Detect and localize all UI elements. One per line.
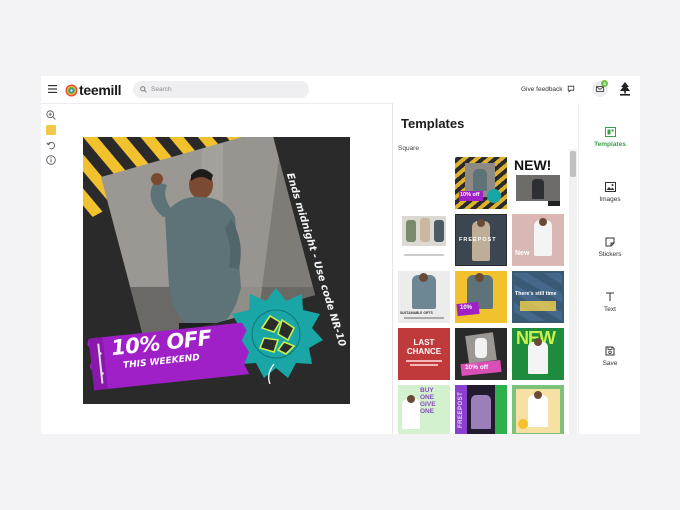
template-thumb[interactable]	[398, 214, 450, 266]
rail-label: Save	[602, 360, 618, 367]
template-thumb[interactable]: BUY ONE GIVE ONE	[398, 385, 450, 434]
template-thumb[interactable]: FREEPOST	[455, 214, 507, 266]
images-icon	[604, 182, 616, 192]
rail-label: Text	[604, 306, 616, 313]
text-icon	[606, 292, 614, 301]
search-input[interactable]	[151, 86, 301, 93]
template-thumb[interactable]	[398, 157, 450, 209]
give-feedback-link[interactable]: Give feedback	[521, 85, 575, 93]
template-scrollbar-thumb[interactable]	[570, 151, 576, 177]
rail-images[interactable]: Images	[579, 182, 640, 203]
template-thumb[interactable]: FREEPOST	[455, 385, 507, 434]
template-thumb[interactable]: NEW!	[512, 157, 564, 209]
rail-label: Images	[599, 196, 621, 203]
info-button[interactable]	[45, 154, 56, 165]
design-canvas[interactable]: Ends midnight - Use code NR-10 10% OFF T…	[83, 137, 350, 404]
thumb-text: FREEPOST	[458, 391, 464, 428]
template-scrollbar-track[interactable]	[569, 149, 577, 434]
zoom-in-button[interactable]	[45, 109, 56, 120]
thumb-text: SUSTAINABLE GIFTS	[400, 311, 433, 315]
left-toolbar	[45, 109, 56, 169]
give-feedback-label: Give feedback	[521, 85, 563, 93]
chat-bubble-icon	[567, 85, 574, 93]
tree-counter-icon[interactable]	[618, 81, 632, 97]
stickers-icon	[605, 237, 615, 247]
thumb-text: New	[515, 250, 530, 257]
search-bar[interactable]	[133, 81, 309, 98]
teemill-logo-icon	[65, 84, 78, 96]
thumb-text: BUY ONE GIVE ONE	[420, 387, 436, 415]
thumb-text: There's still time	[515, 291, 557, 297]
template-thumb[interactable]: 10% off	[455, 328, 507, 380]
undo-icon	[45, 141, 55, 149]
hamburger-menu-icon[interactable]	[48, 85, 57, 93]
teemill-logo[interactable]: teemill	[65, 82, 122, 98]
template-thumb[interactable]: 10% off	[455, 157, 507, 209]
thumb-text: LAST CHANCE	[406, 338, 442, 356]
search-icon	[140, 86, 147, 93]
logo-wordmark: teemill	[79, 82, 122, 98]
template-thumb[interactable]: There's still time	[512, 271, 564, 323]
rail-label: Stickers	[598, 251, 622, 258]
notification-badge: 4	[601, 80, 608, 87]
templates-panel: Templates Square 10% off NEW! FREEPOST N…	[392, 103, 579, 434]
template-thumb[interactable]: NEW	[512, 328, 564, 380]
rail-save[interactable]: Save	[579, 346, 640, 367]
thumb-text: NEW!	[514, 157, 552, 173]
right-tool-rail: Templates Images Stickers Text Save	[578, 103, 640, 434]
thumb-text: 10% off	[465, 364, 489, 371]
save-icon	[605, 346, 615, 356]
editor-app: teemill Give feedback 4	[41, 76, 640, 434]
thumb-text: 10% off	[460, 192, 480, 198]
rail-templates[interactable]: Templates	[579, 127, 640, 148]
background-color-button[interactable]	[45, 124, 56, 135]
rail-text[interactable]: Text	[579, 292, 640, 313]
template-thumb[interactable]: 10%	[455, 271, 507, 323]
rail-label: Templates	[594, 141, 626, 148]
top-bar: teemill Give feedback 4	[41, 76, 640, 104]
template-thumb[interactable]	[512, 385, 564, 434]
thumb-text: FREEPOST	[459, 237, 497, 243]
rail-stickers[interactable]: Stickers	[579, 237, 640, 258]
template-thumb[interactable]: SUSTAINABLE GIFTS	[398, 271, 450, 323]
template-thumb[interactable]: New	[512, 214, 564, 266]
section-label: Square	[398, 145, 419, 152]
template-thumb[interactable]: LAST CHANCE	[398, 328, 450, 380]
undo-button[interactable]	[45, 139, 56, 150]
color-swatch	[45, 124, 56, 135]
zoom-in-icon	[45, 109, 56, 120]
templates-icon	[604, 127, 616, 137]
info-icon	[45, 154, 56, 165]
thumb-text: 10%	[460, 305, 473, 311]
panel-title: Templates	[401, 116, 465, 131]
